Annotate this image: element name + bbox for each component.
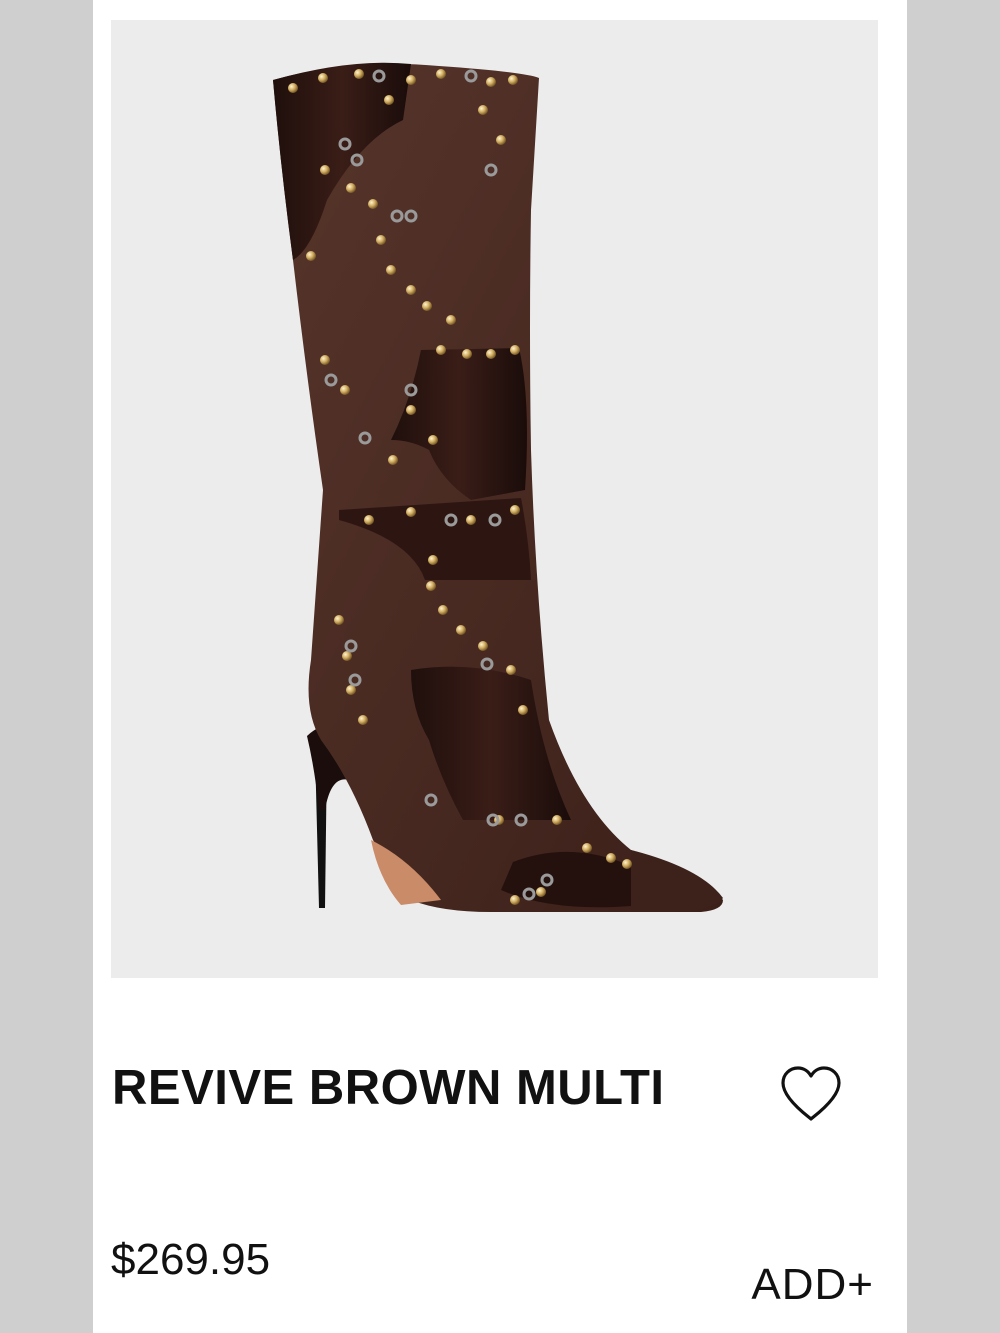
heart-outline-icon [781,1066,841,1121]
product-price: $269.95 [111,1235,271,1284]
add-to-cart-button[interactable]: ADD+ [751,1259,874,1311]
wishlist-button[interactable] [775,1058,847,1130]
product-card[interactable]: REVIVE BROWN MULTI $269.95 ADD+ [93,0,907,1333]
product-title: REVIVE BROWN MULTI [112,1061,665,1115]
boot-image [273,62,723,912]
product-image[interactable] [111,20,878,978]
